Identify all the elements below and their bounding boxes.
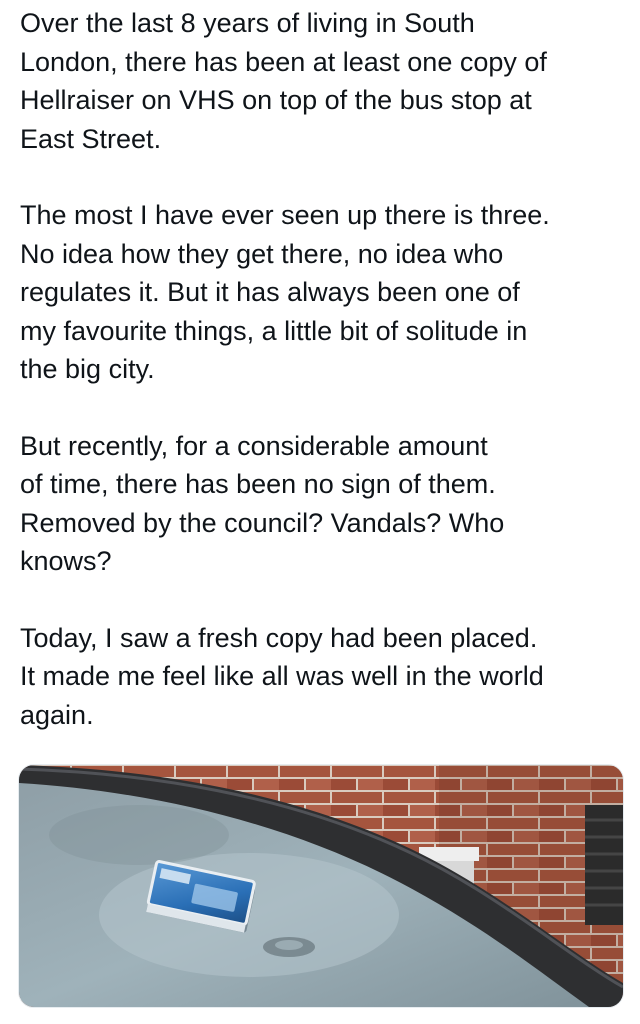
tweet-paragraph-1: Over the last 8 years of living in South… — [20, 4, 625, 158]
text-line: again. — [20, 699, 94, 730]
text-line: It made me feel like all was well in the… — [20, 661, 544, 691]
text-line: London, there has been at least one copy… — [20, 46, 547, 77]
tweet-paragraph-2: The most I have ever seen up there is th… — [20, 196, 625, 389]
text-line: The most I have ever seen up there is th… — [20, 200, 550, 230]
text-line: No idea how they get there, no idea who — [20, 238, 504, 269]
text-line: Hellraiser on VHS on top of the bus stop… — [20, 85, 532, 115]
photo-illustration — [19, 765, 623, 1007]
tweet-text: Over the last 8 years of living in South… — [20, 4, 625, 772]
tweet-photo[interactable] — [18, 764, 624, 1008]
divider — [0, 1016, 640, 1024]
text-line: Over the last 8 years of living in South — [20, 8, 475, 38]
text-line: regulates it. But it has always been one… — [20, 277, 520, 307]
wall-vent — [585, 805, 623, 925]
text-line: of time, there has been no sign of them. — [20, 469, 496, 499]
text-line: Removed by the council? Vandals? Who — [20, 507, 505, 538]
tweet-paragraph-4: Today, I saw a fresh copy had been place… — [20, 619, 625, 735]
text-line: Today, I saw a fresh copy had been place… — [20, 622, 538, 653]
text-line: the big city. — [20, 354, 155, 384]
text-line: But recently, for a considerable amount — [20, 430, 488, 461]
text-line: knows? — [20, 546, 112, 576]
text-line: my favourite things, a little bit of sol… — [20, 315, 528, 346]
tweet-paragraph-3: But recently, for a considerable amount … — [20, 427, 625, 581]
text-line: East Street. — [20, 123, 162, 154]
